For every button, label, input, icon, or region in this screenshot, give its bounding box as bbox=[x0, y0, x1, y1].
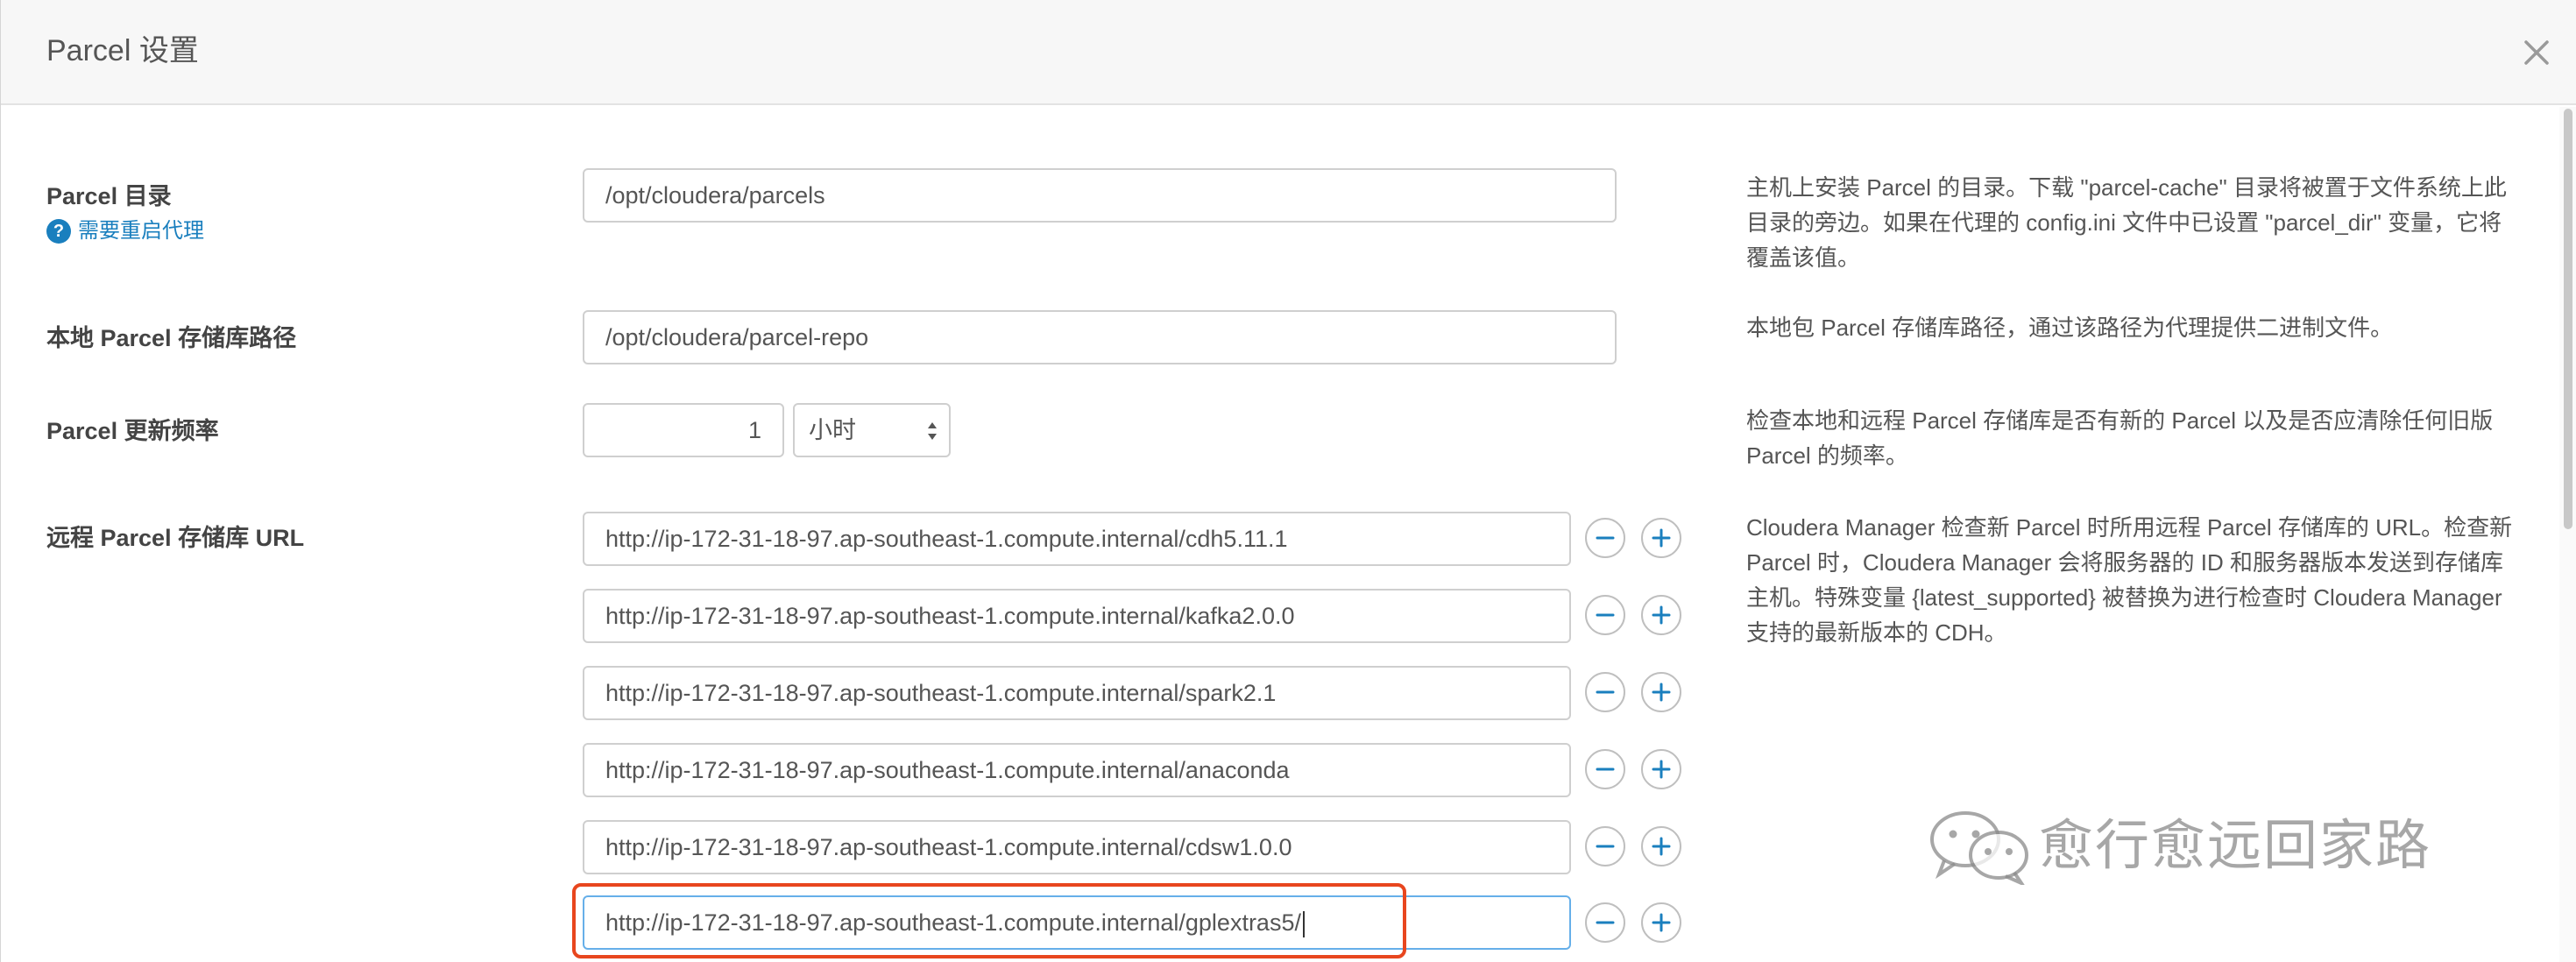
local-repo-input[interactable]: /opt/cloudera/parcel-repo bbox=[583, 310, 1617, 364]
remove-url-button-5[interactable] bbox=[1585, 826, 1625, 867]
parcel-dir-label: Parcel 目录 bbox=[46, 183, 172, 209]
plus-icon bbox=[1652, 528, 1671, 548]
parcel-dir-input[interactable]: /opt/cloudera/parcels bbox=[583, 168, 1617, 223]
add-url-button-2[interactable] bbox=[1641, 595, 1681, 635]
plus-icon bbox=[1652, 605, 1671, 625]
remote-url-input-2[interactable]: http://ip-172-31-18-97.ap-southeast-1.co… bbox=[583, 589, 1571, 643]
update-freq-unit-value: 小时 bbox=[809, 417, 856, 443]
add-url-button-4[interactable] bbox=[1641, 749, 1681, 789]
restart-required-note[interactable]: ? 需要重启代理 bbox=[46, 217, 204, 245]
local-repo-label: 本地 Parcel 存储库路径 bbox=[46, 325, 297, 351]
restart-required-link[interactable]: 需要重启代理 bbox=[78, 217, 204, 245]
minus-icon bbox=[1596, 613, 1615, 617]
plus-icon bbox=[1652, 760, 1671, 779]
remote-url-input-5[interactable]: http://ip-172-31-18-97.ap-southeast-1.co… bbox=[583, 820, 1571, 874]
add-url-button-6[interactable] bbox=[1641, 902, 1681, 943]
update-freq-label: Parcel 更新频率 bbox=[46, 418, 219, 444]
remove-url-button-6[interactable] bbox=[1585, 902, 1625, 943]
minus-icon bbox=[1596, 536, 1615, 540]
help-icon: ? bbox=[46, 219, 71, 244]
dialog-header: Parcel 设置 bbox=[1, 0, 2576, 105]
wechat-icon bbox=[1930, 811, 2028, 885]
remote-url-input-1[interactable]: http://ip-172-31-18-97.ap-southeast-1.co… bbox=[583, 512, 1571, 566]
remote-repo-help: Cloudera Manager 检查新 Parcel 时所用远程 Parcel… bbox=[1746, 514, 2513, 646]
minus-icon bbox=[1596, 767, 1615, 771]
plus-icon bbox=[1652, 683, 1671, 702]
update-freq-help: 检查本地和远程 Parcel 存储库是否有新的 Parcel 以及是否应清除任何… bbox=[1746, 407, 2494, 469]
update-freq-input[interactable]: 1 bbox=[583, 403, 784, 457]
update-freq-unit-select[interactable]: 小时 bbox=[793, 403, 951, 457]
minus-icon bbox=[1596, 690, 1615, 694]
dialog-title: Parcel 设置 bbox=[46, 34, 199, 67]
close-button[interactable] bbox=[2519, 35, 2554, 70]
watermark-text: 愈行愈远回家路 bbox=[2039, 813, 2432, 877]
remote-repo-label: 远程 Parcel 存储库 URL bbox=[46, 525, 305, 551]
local-repo-help: 本地包 Parcel 存储库路径，通过该路径为代理提供二进制文件。 bbox=[1746, 315, 2394, 341]
plus-icon bbox=[1652, 913, 1671, 932]
remote-url-input-4[interactable]: http://ip-172-31-18-97.ap-southeast-1.co… bbox=[583, 743, 1571, 797]
minus-icon bbox=[1596, 921, 1615, 924]
parcel-dir-help: 主机上安装 Parcel 的目录。下载 "parcel-cache" 目录将被置… bbox=[1746, 174, 2507, 271]
remove-url-button-1[interactable] bbox=[1585, 518, 1625, 558]
select-arrows-icon bbox=[928, 422, 937, 440]
plus-icon bbox=[1652, 837, 1671, 856]
highlight-annotation-box bbox=[572, 883, 1406, 958]
parcel-settings-dialog: Parcel 设置 Parcel 目录 ? 需要重启代理 /opt/cloude… bbox=[0, 0, 2576, 962]
close-icon bbox=[2524, 40, 2549, 65]
remove-url-button-2[interactable] bbox=[1585, 595, 1625, 635]
scrollbar-thumb[interactable] bbox=[2564, 109, 2572, 529]
minus-icon bbox=[1596, 845, 1615, 848]
add-url-button-5[interactable] bbox=[1641, 826, 1681, 867]
remove-url-button-4[interactable] bbox=[1585, 749, 1625, 789]
remove-url-button-3[interactable] bbox=[1585, 672, 1625, 712]
add-url-button-3[interactable] bbox=[1641, 672, 1681, 712]
watermark: 愈行愈远回家路 bbox=[1925, 806, 2431, 885]
remote-url-input-3[interactable]: http://ip-172-31-18-97.ap-southeast-1.co… bbox=[583, 666, 1571, 720]
add-url-button-1[interactable] bbox=[1641, 518, 1681, 558]
